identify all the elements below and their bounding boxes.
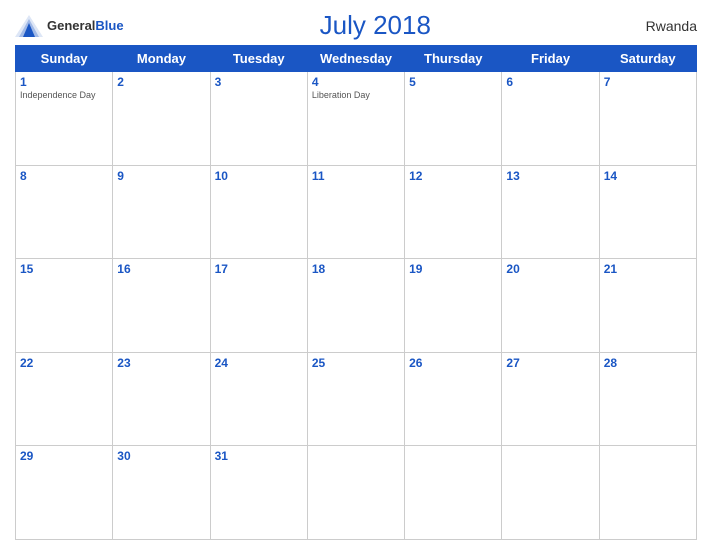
day-cell: 28 — [599, 352, 696, 446]
day-cell — [405, 446, 502, 540]
col-friday: Friday — [502, 46, 599, 72]
col-tuesday: Tuesday — [210, 46, 307, 72]
day-cell: 13 — [502, 165, 599, 259]
day-number: 16 — [117, 262, 205, 276]
day-number: 3 — [215, 75, 303, 89]
day-cell: 4Liberation Day — [307, 72, 404, 166]
day-number: 7 — [604, 75, 692, 89]
day-cell: 17 — [210, 259, 307, 353]
calendar-header: Sunday Monday Tuesday Wednesday Thursday… — [16, 46, 697, 72]
col-thursday: Thursday — [405, 46, 502, 72]
day-cell: 14 — [599, 165, 696, 259]
day-cell: 22 — [16, 352, 113, 446]
day-cell: 24 — [210, 352, 307, 446]
day-number: 10 — [215, 169, 303, 183]
day-number: 11 — [312, 169, 400, 183]
header-row: Sunday Monday Tuesday Wednesday Thursday… — [16, 46, 697, 72]
day-cell: 20 — [502, 259, 599, 353]
day-cell: 15 — [16, 259, 113, 353]
day-cell: 10 — [210, 165, 307, 259]
day-cell: 29 — [16, 446, 113, 540]
col-sunday: Sunday — [16, 46, 113, 72]
day-number: 20 — [506, 262, 594, 276]
day-number: 17 — [215, 262, 303, 276]
day-number: 30 — [117, 449, 205, 463]
day-cell: 1Independence Day — [16, 72, 113, 166]
day-number: 28 — [604, 356, 692, 370]
day-number: 5 — [409, 75, 497, 89]
day-cell — [502, 446, 599, 540]
day-cell: 18 — [307, 259, 404, 353]
day-cell: 16 — [113, 259, 210, 353]
country-label: Rwanda — [627, 18, 697, 34]
day-cell: 12 — [405, 165, 502, 259]
week-row-4: 22 23 24 25 26 27 28 — [16, 352, 697, 446]
day-cell: 8 — [16, 165, 113, 259]
col-wednesday: Wednesday — [307, 46, 404, 72]
holiday-label: Independence Day — [20, 90, 108, 101]
day-number: 8 — [20, 169, 108, 183]
day-cell: 3 — [210, 72, 307, 166]
month-title: July 2018 — [124, 10, 627, 41]
col-saturday: Saturday — [599, 46, 696, 72]
day-cell: 5 — [405, 72, 502, 166]
day-number: 26 — [409, 356, 497, 370]
day-number: 12 — [409, 169, 497, 183]
day-cell: 26 — [405, 352, 502, 446]
day-cell — [307, 446, 404, 540]
day-cell: 31 — [210, 446, 307, 540]
day-cell: 21 — [599, 259, 696, 353]
day-cell: 19 — [405, 259, 502, 353]
day-number: 21 — [604, 262, 692, 276]
day-number: 27 — [506, 356, 594, 370]
day-number: 13 — [506, 169, 594, 183]
calendar-body: 1Independence Day234Liberation Day567891… — [16, 72, 697, 540]
calendar-table: Sunday Monday Tuesday Wednesday Thursday… — [15, 45, 697, 540]
day-cell: 6 — [502, 72, 599, 166]
week-row-1: 1Independence Day234Liberation Day567 — [16, 72, 697, 166]
day-number: 29 — [20, 449, 108, 463]
holiday-label: Liberation Day — [312, 90, 400, 101]
logo: GeneralBlue — [15, 15, 124, 37]
day-number: 9 — [117, 169, 205, 183]
col-monday: Monday — [113, 46, 210, 72]
week-row-5: 29 30 31 — [16, 446, 697, 540]
week-row-3: 15 16 17 18 19 20 21 — [16, 259, 697, 353]
logo-text: GeneralBlue — [47, 17, 124, 35]
day-number: 19 — [409, 262, 497, 276]
day-cell: 9 — [113, 165, 210, 259]
day-number: 22 — [20, 356, 108, 370]
day-number: 15 — [20, 262, 108, 276]
day-cell: 2 — [113, 72, 210, 166]
day-number: 2 — [117, 75, 205, 89]
day-number: 14 — [604, 169, 692, 183]
day-cell: 7 — [599, 72, 696, 166]
logo-icon — [15, 15, 43, 37]
day-cell: 25 — [307, 352, 404, 446]
day-number: 6 — [506, 75, 594, 89]
day-number: 25 — [312, 356, 400, 370]
day-number: 24 — [215, 356, 303, 370]
day-cell: 11 — [307, 165, 404, 259]
day-number: 18 — [312, 262, 400, 276]
day-cell: 27 — [502, 352, 599, 446]
day-number: 4 — [312, 75, 400, 89]
day-number: 1 — [20, 75, 108, 89]
day-number: 23 — [117, 356, 205, 370]
day-cell: 23 — [113, 352, 210, 446]
day-cell — [599, 446, 696, 540]
top-header: GeneralBlue July 2018 Rwanda — [15, 10, 697, 41]
week-row-2: 89 10 11 12 13 14 — [16, 165, 697, 259]
day-number: 31 — [215, 449, 303, 463]
day-cell: 30 — [113, 446, 210, 540]
